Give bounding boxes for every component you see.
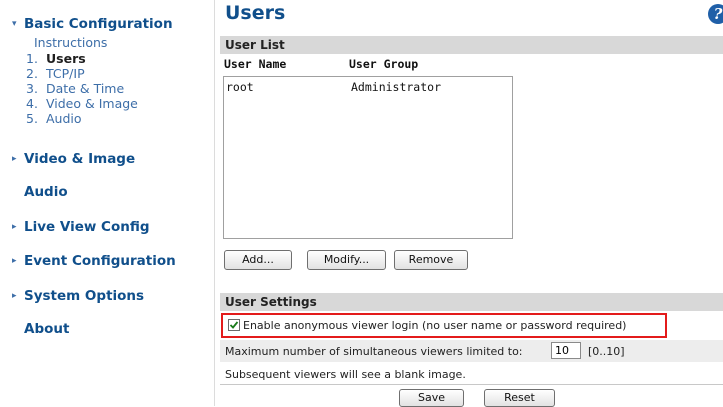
caret-down-icon: ▾ <box>12 19 17 29</box>
nav-video-image-label: Video & Image <box>24 151 136 167</box>
nav-system-options[interactable]: ▸ System Options <box>12 288 144 304</box>
nav-about[interactable]: About <box>24 321 69 337</box>
list-item[interactable]: root Administrator <box>226 80 506 94</box>
nav-audio[interactable]: Audio <box>24 184 68 200</box>
step-tcp-ip[interactable]: 2. TCP/IP <box>26 66 138 81</box>
checkmark-icon <box>229 321 239 329</box>
caret-right-icon: ▸ <box>12 291 17 301</box>
max-viewers-range: [0..10] <box>588 345 625 358</box>
user-name-cell: root <box>226 80 254 94</box>
add-button[interactable]: Add... <box>224 250 292 270</box>
step-number: 3. <box>26 81 38 96</box>
caret-right-icon: ▸ <box>12 154 17 164</box>
step-video-image[interactable]: 4. Video & Image <box>26 96 138 111</box>
step-date-time[interactable]: 3. Date & Time <box>26 81 138 96</box>
user-list-header: User List <box>220 36 723 54</box>
main-content: Users ? User List User Name User Group r… <box>214 0 723 407</box>
user-group-cell: Administrator <box>351 80 442 94</box>
anonymous-login-highlight: Enable anonymous viewer login (no user n… <box>221 313 667 338</box>
anonymous-login-label: Enable anonymous viewer login (no user n… <box>243 319 627 332</box>
step-number: 1. <box>26 51 38 66</box>
step-label: TCP/IP <box>46 66 85 81</box>
reset-button[interactable]: Reset <box>484 389 555 407</box>
step-label: Audio <box>46 111 82 126</box>
subsequent-viewers-note: Subsequent viewers will see a blank imag… <box>225 368 466 381</box>
step-number: 4. <box>26 96 38 111</box>
nav-event-configuration[interactable]: ▸ Event Configuration <box>12 253 176 269</box>
nav-basic-configuration[interactable]: ▾ Basic Configuration <box>12 16 173 32</box>
caret-right-icon: ▸ <box>12 256 17 266</box>
step-number: 5. <box>26 111 38 126</box>
nav-live-view-config-label: Live View Config <box>24 219 150 235</box>
nav-about-label: About <box>24 321 70 337</box>
user-list-box[interactable]: root Administrator <box>223 76 513 239</box>
anonymous-login-checkbox[interactable] <box>228 319 240 331</box>
column-header-user-name: User Name <box>224 57 287 71</box>
modify-button[interactable]: Modify... <box>307 250 386 270</box>
step-users[interactable]: 1. Users <box>26 51 138 66</box>
step-audio[interactable]: 5. Audio <box>26 111 138 126</box>
step-label: Video & Image <box>46 96 138 111</box>
step-label: Date & Time <box>46 81 125 96</box>
nav-system-options-label: System Options <box>24 288 145 304</box>
nav-basic-configuration-label: Basic Configuration <box>24 16 173 32</box>
remove-button[interactable]: Remove <box>394 250 468 270</box>
caret-right-icon: ▸ <box>12 222 17 232</box>
basic-config-steps: 1. Users 2. TCP/IP 3. Date & Time 4. Video &… <box>26 51 138 126</box>
help-icon[interactable]: ? <box>708 4 723 24</box>
nav-event-configuration-label: Event Configuration <box>24 253 176 269</box>
nav-instructions[interactable]: Instructions <box>34 35 107 50</box>
page-title: Users <box>225 2 286 24</box>
step-label: Users <box>46 51 86 66</box>
column-header-user-group: User Group <box>349 57 419 71</box>
max-viewers-label: Maximum number of simultaneous viewers l… <box>225 345 523 358</box>
nav-live-view-config[interactable]: ▸ Live View Config <box>12 219 150 235</box>
nav-audio-label: Audio <box>24 184 68 200</box>
max-viewers-input[interactable] <box>551 342 581 359</box>
sidebar: ▾ Basic Configuration Instructions 1. Use… <box>0 0 214 406</box>
nav-instructions-label: Instructions <box>34 35 108 50</box>
divider <box>220 384 723 385</box>
save-button[interactable]: Save <box>399 389 464 407</box>
user-settings-header: User Settings <box>220 293 723 311</box>
step-number: 2. <box>26 66 38 81</box>
nav-video-image[interactable]: ▸ Video & Image <box>12 151 135 167</box>
